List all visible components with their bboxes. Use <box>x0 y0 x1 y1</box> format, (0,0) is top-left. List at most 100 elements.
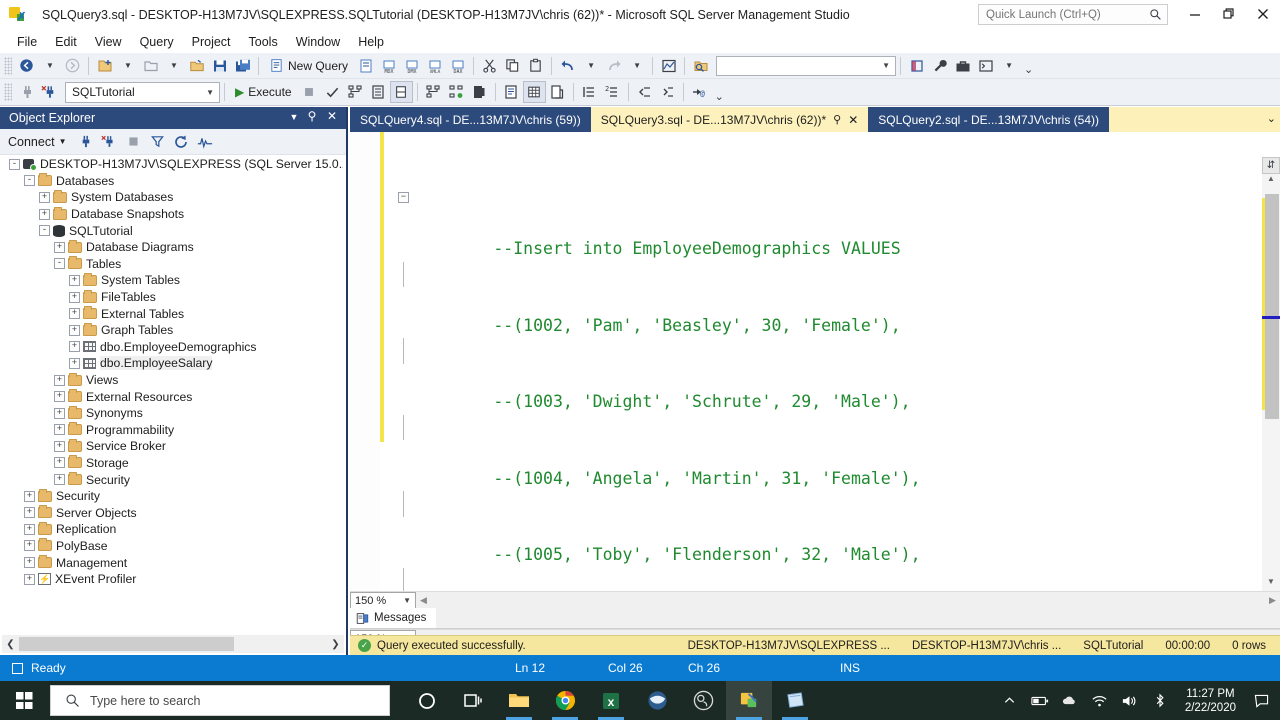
navigate-back-dropdown-icon[interactable]: ▼ <box>38 55 61 77</box>
excel-icon[interactable]: x <box>588 681 634 720</box>
save-all-icon[interactable] <box>231 55 254 77</box>
open-file-dropdown-icon[interactable]: ▼ <box>162 55 185 77</box>
menu-item-file[interactable]: File <box>8 33 46 51</box>
open-file-icon[interactable] <box>139 55 162 77</box>
redo-icon[interactable] <box>602 55 625 77</box>
new-query-button[interactable]: New Query <box>263 55 354 77</box>
tree-item[interactable]: - Tables <box>3 256 343 273</box>
tree-item[interactable]: + dbo.EmployeeDemographics <box>3 339 343 356</box>
navigate-back-icon[interactable] <box>15 55 38 77</box>
redo-dropdown-icon[interactable]: ▼ <box>625 55 648 77</box>
connect-button[interactable]: Connect ▼ <box>8 135 66 149</box>
undo-dropdown-icon[interactable]: ▼ <box>579 55 602 77</box>
tree-item[interactable]: + ⚡ XEvent Profiler <box>3 571 343 588</box>
display-estimated-plan-icon[interactable] <box>344 81 367 103</box>
code-line-1[interactable]: − --Insert into EmployeeDemographics VAL… <box>384 185 1252 258</box>
new-query-db-icon[interactable] <box>354 55 377 77</box>
start-button[interactable] <box>0 681 48 720</box>
pin-icon[interactable]: ⚲ <box>304 109 320 123</box>
maximize-button[interactable] <box>1212 0 1246 28</box>
chrome-icon[interactable] <box>542 681 588 720</box>
tree-item[interactable]: + Database Snapshots <box>3 206 343 223</box>
scroll-track[interactable] <box>431 593 1265 608</box>
code-line-2[interactable]: --(1002, 'Pam', 'Beasley', 30, 'Female')… <box>384 261 1252 335</box>
expand-toggle-icon[interactable]: + <box>39 191 50 203</box>
collapse-toggle-icon[interactable]: - <box>24 175 35 187</box>
close-icon[interactable]: ✕ <box>848 113 858 127</box>
sticky-notes-icon[interactable] <box>772 681 818 720</box>
menu-item-query[interactable]: Query <box>131 33 183 51</box>
new-dax-query-icon[interactable]: DAX <box>446 55 469 77</box>
expand-toggle-icon[interactable]: + <box>54 391 65 403</box>
expand-toggle-icon[interactable]: + <box>24 490 35 502</box>
new-xmla-query-icon[interactable]: XMLA <box>423 55 446 77</box>
execute-button[interactable]: ▶ Execute <box>229 81 298 103</box>
tree-item[interactable]: + Storage <box>3 455 343 472</box>
increase-indent-icon[interactable] <box>656 81 679 103</box>
tree-item[interactable]: + Security <box>3 488 343 505</box>
split-window-handle[interactable]: ⇵ <box>1262 157 1280 174</box>
expand-toggle-icon[interactable]: + <box>69 341 80 353</box>
scroll-track[interactable] <box>1262 188 1280 577</box>
tree-item[interactable]: + Service Broker <box>3 438 343 455</box>
uncomment-lines-icon[interactable]: 2 <box>601 81 624 103</box>
taskbar-clock[interactable]: 11:27 PM 2/22/2020 <box>1175 687 1246 715</box>
code-line-4[interactable]: --(1004, 'Angela', 'Martin', 31, 'Female… <box>384 414 1252 488</box>
minimize-button[interactable] <box>1178 0 1212 28</box>
stop-icon[interactable] <box>298 81 321 103</box>
scroll-left-icon[interactable]: ❮ <box>2 639 19 650</box>
expand-toggle-icon[interactable]: + <box>24 523 35 535</box>
editor-zoom-select[interactable]: 150 % ▼ <box>350 592 416 609</box>
database-options-icon[interactable] <box>468 81 491 103</box>
commands-dropdown-icon[interactable]: ▼ <box>997 55 1020 77</box>
sql-toolbar-grip[interactable] <box>4 83 12 101</box>
include-client-stats-icon[interactable] <box>445 81 468 103</box>
connect-object-explorer-icon[interactable] <box>38 81 61 103</box>
tree-item[interactable]: + Views <box>3 372 343 389</box>
menu-item-help[interactable]: Help <box>349 33 393 51</box>
expand-toggle-icon[interactable]: + <box>69 291 80 303</box>
command-prompt-icon[interactable] <box>974 55 997 77</box>
stop-icon[interactable] <box>122 132 144 152</box>
file-explorer-icon[interactable] <box>496 681 542 720</box>
wifi-icon[interactable] <box>1085 681 1115 720</box>
tree-item[interactable]: + Replication <box>3 521 343 538</box>
scroll-right-icon[interactable]: ❯ <box>327 639 344 650</box>
editor-vertical-scrollbar[interactable]: ⇵ ▲ ▼ <box>1262 157 1280 591</box>
navigate-forward-icon[interactable] <box>61 55 84 77</box>
expand-toggle-icon[interactable]: + <box>54 374 65 386</box>
sql-toolbar-overflow-icon[interactable]: ⌄ <box>715 90 724 105</box>
cortana-icon[interactable] <box>404 681 450 720</box>
new-dmx-query-icon[interactable]: DMX <box>400 55 423 77</box>
glyph-margin[interactable] <box>350 132 380 655</box>
tree-item[interactable]: + PolyBase <box>3 538 343 555</box>
bluetooth-icon[interactable] <box>1145 681 1175 720</box>
scroll-thumb[interactable] <box>1265 194 1279 419</box>
tree-item[interactable]: - Databases <box>3 173 343 190</box>
expand-toggle-icon[interactable]: + <box>69 357 80 369</box>
activity-monitor-icon[interactable] <box>194 132 216 152</box>
query-options-icon[interactable] <box>367 81 390 103</box>
menu-item-tools[interactable]: Tools <box>240 33 287 51</box>
obs-icon[interactable] <box>680 681 726 720</box>
quick-launch-input[interactable] <box>986 8 1146 21</box>
action-center-icon[interactable] <box>1246 681 1276 720</box>
tree-item[interactable]: + External Tables <box>3 305 343 322</box>
expand-toggle-icon[interactable]: + <box>24 557 35 569</box>
tree-item[interactable]: - SQLTutorial <box>3 222 343 239</box>
tree-item[interactable]: + External Resources <box>3 388 343 405</box>
tab-sqlquery2[interactable]: SQLQuery2.sql - DE...13M7JV\chris (54)) <box>868 107 1109 132</box>
collapse-toggle-icon[interactable]: - <box>54 258 65 270</box>
scroll-left-icon[interactable]: ◀ <box>416 595 431 606</box>
panel-dropdown-icon[interactable]: ▼ <box>286 112 302 122</box>
code-line-5[interactable]: --(1005, 'Toby', 'Flenderson', 32, 'Male… <box>384 491 1252 564</box>
tree-item[interactable]: + Synonyms <box>3 405 343 422</box>
expand-toggle-icon[interactable]: + <box>54 424 65 436</box>
refresh-icon[interactable] <box>170 132 192 152</box>
new-window-icon[interactable] <box>905 55 928 77</box>
tree-item[interactable]: + System Databases <box>3 189 343 206</box>
pin-icon[interactable]: ⚲ <box>833 113 841 126</box>
code-editor[interactable]: − --Insert into EmployeeDemographics VAL… <box>350 132 1280 655</box>
object-explorer-hscrollbar[interactable]: ❮ ❯ <box>2 635 344 653</box>
collapse-toggle-icon[interactable]: - <box>39 225 50 237</box>
